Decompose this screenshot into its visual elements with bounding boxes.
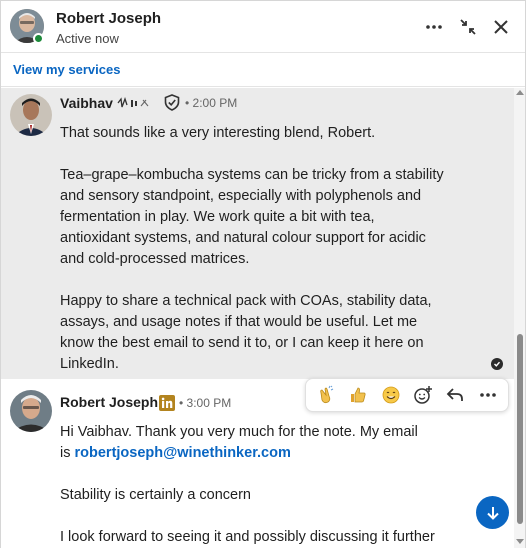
email-link[interactable]: robertjoseph@winethinker.com	[75, 445, 291, 461]
minimize-icon	[460, 19, 476, 35]
view-services-link[interactable]: View my services	[13, 62, 120, 77]
scrollbar[interactable]	[514, 88, 525, 548]
scroll-up-arrow-icon[interactable]	[516, 90, 524, 95]
scrollbar-thumb[interactable]	[517, 334, 523, 524]
more-options-button[interactable]	[422, 15, 446, 39]
sender-name[interactable]: Vaibhav	[60, 95, 113, 111]
message-line: know the best email to send it to, or I …	[60, 335, 424, 351]
sender-avatar[interactable]	[10, 390, 52, 432]
presence-indicator	[33, 33, 44, 44]
message-line: Stability is certainly a concern	[60, 487, 251, 503]
close-icon	[494, 20, 508, 34]
message-line: Happy to share a technical pack with COA…	[60, 293, 432, 309]
message-body: Hi Vaibhav. Thank you very much for the …	[60, 422, 435, 548]
message-time-value: 3:00 PM	[186, 396, 232, 410]
add-reaction-icon	[414, 386, 433, 404]
message-body: That sounds like a very interesting blen…	[60, 123, 444, 375]
clap-reaction-button[interactable]	[313, 382, 339, 408]
message-line: Hi Vaibhav. Thank you very much for the …	[60, 424, 418, 440]
message-line: That sounds like a very interesting blen…	[60, 125, 376, 141]
thumbs-up-icon	[351, 387, 367, 403]
conversation-header: Robert Joseph Active now	[1, 1, 525, 53]
message-line: and sensory standpoint, especially with …	[60, 188, 422, 204]
reaction-bar	[305, 378, 509, 412]
linkedin-icon	[159, 395, 175, 411]
verified-shield-icon	[164, 94, 180, 111]
message-more-button[interactable]	[475, 382, 501, 408]
close-button[interactable]	[489, 15, 513, 39]
more-icon	[426, 25, 442, 29]
like-reaction-button[interactable]	[345, 382, 371, 408]
message-time-value: 2:00 PM	[192, 96, 238, 110]
sender-avatar[interactable]	[10, 94, 52, 136]
smile-icon	[382, 386, 400, 404]
messaging-window: Robert Joseph Active now View my service…	[0, 0, 526, 548]
message-time: • 2:00 PM	[185, 96, 238, 110]
message-line: LinkedIn.	[60, 356, 119, 372]
scroll-down-arrow-icon[interactable]	[516, 539, 524, 544]
contact-status: Active now	[56, 31, 119, 46]
message-line: antioxidant systems, and natural colour …	[60, 230, 426, 246]
name-pronunciation-icon	[117, 97, 149, 108]
message-line: fermentation in play. We work quite a bi…	[60, 209, 375, 225]
message-line: and cold-processed matrices.	[60, 251, 250, 267]
services-bar: View my services	[1, 54, 525, 87]
message-line: I look forward to seeing it and possibly…	[60, 529, 435, 545]
add-reaction-button[interactable]	[410, 382, 436, 408]
clap-icon	[320, 385, 334, 404]
message-time: • 3:00 PM	[179, 396, 232, 410]
minimize-button[interactable]	[456, 15, 480, 39]
sender-name[interactable]: Robert Joseph	[60, 394, 158, 410]
message-line: is robertjoseph@winethinker.com	[60, 443, 435, 464]
reply-button[interactable]	[442, 382, 468, 408]
more-icon	[479, 393, 496, 397]
read-receipt-icon	[491, 358, 503, 370]
message-line: Tea–grape–kombucha systems can be tricky…	[60, 167, 444, 183]
message-item: Vaibhav • 2:00 PM That sounds like a ver…	[1, 88, 514, 379]
message-text: is	[60, 445, 75, 461]
reply-icon	[447, 388, 464, 401]
message-line: assays, and usage notes if that would be…	[60, 314, 418, 330]
arrow-down-icon	[486, 506, 499, 520]
message-thread[interactable]: Vaibhav • 2:00 PM That sounds like a ver…	[1, 88, 514, 548]
jump-to-latest-button[interactable]	[476, 496, 509, 529]
contact-name[interactable]: Robert Joseph	[56, 10, 161, 27]
smile-reaction-button[interactable]	[378, 382, 404, 408]
